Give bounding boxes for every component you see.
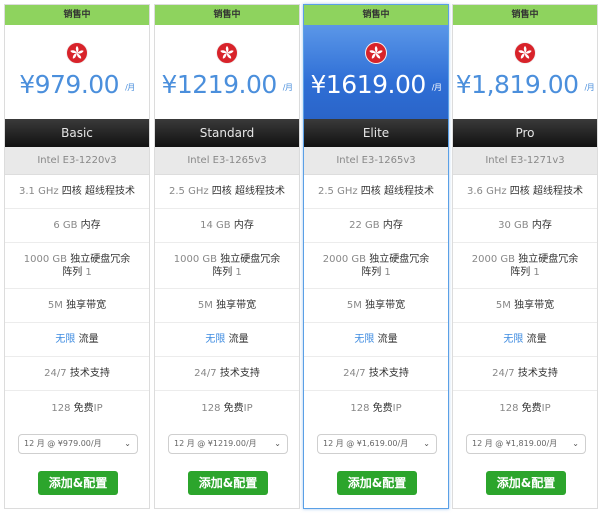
add-configure-button[interactable]: 添加&配置 xyxy=(486,471,566,495)
disk-spec: 1000 GB 独立硬盘冗余 阵列 1 xyxy=(155,243,299,289)
pricing-grid: 销售中 ¥979.00/月 Basic Intel E3-1220v3 3.1 … xyxy=(0,0,600,513)
plan-price: ¥1619.00/月 xyxy=(310,70,442,99)
status-badge: 销售中 xyxy=(304,5,448,25)
billing-cycle-select[interactable]: 12 月 @ ¥979.00/月 ⌄ xyxy=(18,434,138,454)
support-spec: 24/7 技术支持 xyxy=(453,357,597,391)
plan-card-pro: 销售中 ¥1,819.00/月 Pro Intel E3-1271v3 3.6 … xyxy=(452,4,598,509)
bandwidth-spec: 5M 独享带宽 xyxy=(155,289,299,323)
plan-price: ¥1219.00/月 xyxy=(161,70,293,99)
status-badge: 销售中 xyxy=(5,5,149,25)
billing-cycle-select[interactable]: 12 月 @ ¥1,619.00/月 ⌄ xyxy=(317,434,437,454)
billing-cycle-select[interactable]: 12 月 @ ¥1219.00/月 ⌄ xyxy=(168,434,288,454)
ram-spec: 22 GB 内存 xyxy=(304,209,448,243)
disk-spec: 2000 GB 独立硬盘冗余 阵列 1 xyxy=(304,243,448,289)
traffic-spec: 无限 流量 xyxy=(155,323,299,357)
add-configure-button[interactable]: 添加&配置 xyxy=(38,471,118,495)
support-spec: 24/7 技术支持 xyxy=(304,357,448,391)
plan-card-elite: 销售中 ¥1619.00/月 Elite Intel E3-1265v3 2.5… xyxy=(303,4,449,509)
cpu-model: Intel E3-1220v3 xyxy=(5,147,149,175)
hong-kong-flag-icon xyxy=(66,42,88,64)
price-header: ¥1219.00/月 xyxy=(155,25,299,119)
plan-card-standard: 销售中 ¥1219.00/月 Standard Intel E3-1265v3 … xyxy=(154,4,300,509)
cpu-spec: 3.1 GHz 四核 超线程技术 xyxy=(5,175,149,209)
add-configure-button[interactable]: 添加&配置 xyxy=(337,471,417,495)
hong-kong-flag-icon xyxy=(365,42,387,64)
hong-kong-flag-icon xyxy=(514,42,536,64)
plan-price: ¥979.00/月 xyxy=(19,70,135,99)
cpu-spec: 2.5 GHz 四核 超线程技术 xyxy=(155,175,299,209)
disk-spec: 2000 GB 独立硬盘冗余 阵列 1 xyxy=(453,243,597,289)
ram-spec: 6 GB 内存 xyxy=(5,209,149,243)
disk-spec: 1000 GB 独立硬盘冗余 阵列 1 xyxy=(5,243,149,289)
price-header: ¥979.00/月 xyxy=(5,25,149,119)
add-configure-button[interactable]: 添加&配置 xyxy=(188,471,268,495)
price-header: ¥1,819.00/月 xyxy=(453,25,597,119)
cpu-model: Intel E3-1265v3 xyxy=(155,147,299,175)
ip-spec: 128 免费 IP xyxy=(51,402,103,414)
billing-cycle-select[interactable]: 12 月 @ ¥1,819.00/月 ⌄ xyxy=(466,434,586,454)
cpu-model: Intel E3-1271v3 xyxy=(453,147,597,175)
cpu-spec: 3.6 GHz 四核 超线程技术 xyxy=(453,175,597,209)
support-spec: 24/7 技术支持 xyxy=(155,357,299,391)
status-badge: 销售中 xyxy=(453,5,597,25)
ip-spec: 128 免费 IP xyxy=(350,402,402,414)
ram-spec: 30 GB 内存 xyxy=(453,209,597,243)
ip-spec: 128 免费 IP xyxy=(499,402,551,414)
bandwidth-spec: 5M 独享带宽 xyxy=(5,289,149,323)
status-badge: 销售中 xyxy=(155,5,299,25)
plan-price: ¥1,819.00/月 xyxy=(455,70,595,99)
plan-name: Basic xyxy=(5,119,149,147)
bandwidth-spec: 5M 独享带宽 xyxy=(304,289,448,323)
price-header: ¥1619.00/月 xyxy=(304,25,448,119)
traffic-spec: 无限 流量 xyxy=(5,323,149,357)
hong-kong-flag-icon xyxy=(216,42,238,64)
chevron-down-icon: ⌄ xyxy=(274,439,281,448)
plan-name: Elite xyxy=(304,119,448,147)
plan-name: Pro xyxy=(453,119,597,147)
chevron-down-icon: ⌄ xyxy=(124,439,131,448)
cpu-model: Intel E3-1265v3 xyxy=(304,147,448,175)
traffic-spec: 无限 流量 xyxy=(453,323,597,357)
bandwidth-spec: 5M 独享带宽 xyxy=(453,289,597,323)
traffic-spec: 无限 流量 xyxy=(304,323,448,357)
plan-card-basic: 销售中 ¥979.00/月 Basic Intel E3-1220v3 3.1 … xyxy=(4,4,150,509)
support-spec: 24/7 技术支持 xyxy=(5,357,149,391)
plan-name: Standard xyxy=(155,119,299,147)
chevron-down-icon: ⌄ xyxy=(572,439,579,448)
ip-spec: 128 免费 IP xyxy=(201,402,253,414)
ram-spec: 14 GB 内存 xyxy=(155,209,299,243)
cpu-spec: 2.5 GHz 四核 超线程技术 xyxy=(304,175,448,209)
chevron-down-icon: ⌄ xyxy=(423,439,430,448)
